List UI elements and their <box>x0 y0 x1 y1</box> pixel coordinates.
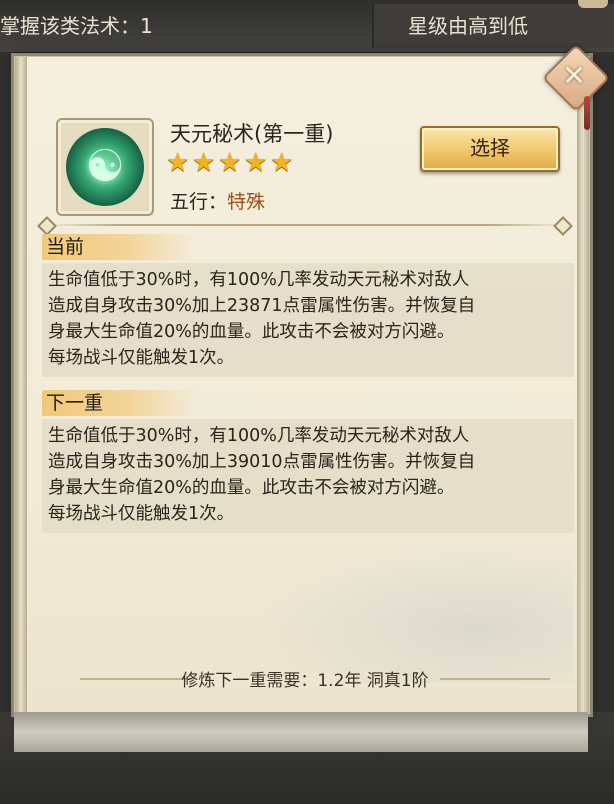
description-line: 每场战斗仅能触发1次。 <box>48 348 235 368</box>
background-left-edge <box>0 52 14 712</box>
skill-name: 天元秘术(第一重) <box>170 122 334 146</box>
scroll-rail-right <box>577 57 589 713</box>
scroll-rail-left <box>15 57 27 713</box>
background-top-tab <box>578 0 608 8</box>
description-line: 生命值低于30%时，有100%几率发动天元秘术对敌人 <box>48 426 470 446</box>
element-row: 五行：特殊 <box>170 187 265 214</box>
description-line: 造成自身攻击30%加上23871点雷属性伤害。并恢复自 <box>48 296 476 316</box>
scroll-bottom-roll <box>14 712 588 752</box>
mist-decoration <box>253 543 573 683</box>
skill-emblem-glyph: ☯ <box>85 141 125 192</box>
header-divider <box>42 224 566 226</box>
background-owned-count: 掌握该类法术：1 <box>0 14 153 38</box>
star-icon: ★ <box>166 148 190 178</box>
star-icon: ★ <box>218 148 242 178</box>
star-icon: ★ <box>244 148 268 178</box>
description-line: 造成自身攻击30%加上39010点雷属性伤害。并恢复自 <box>48 452 476 472</box>
description-line: 生命值低于30%时，有100%几率发动天元秘术对敌人 <box>48 270 470 290</box>
upgrade-requirement: 修炼下一重需要：1.2年 洞真1阶 <box>181 671 429 691</box>
skill-emblem-icon: ☯ <box>66 128 144 206</box>
current-tier-heading: 当前 <box>42 234 196 260</box>
select-button[interactable]: 选择 <box>420 126 560 172</box>
background-right-edge <box>590 52 614 712</box>
close-icon[interactable]: ✕ <box>552 54 596 98</box>
next-tier-heading: 下一重 <box>42 390 196 416</box>
description-line: 身最大生命值20%的血量。此攻击不会被对方闪避。 <box>48 322 455 342</box>
element-value: 特殊 <box>227 191 266 213</box>
next-tier-description: 生命值低于30%时，有100%几率发动天元秘术对敌人 造成自身攻击30%加上39… <box>42 419 574 533</box>
background-sort-dropdown: 星级由高到低 <box>372 4 614 48</box>
element-label: 五行： <box>170 191 228 213</box>
star-rating: ★ ★ ★ ★ ★ <box>166 150 296 176</box>
skill-icon-frame: ☯ <box>56 118 154 216</box>
description-line: 每场战斗仅能触发1次。 <box>48 504 235 524</box>
current-tier-description: 生命值低于30%时，有100%几率发动天元秘术对敌人 造成自身攻击30%加上23… <box>42 263 574 377</box>
background-header-bar: 掌握该类法术：1 星级由高到低 <box>0 0 614 54</box>
star-icon: ★ <box>192 148 216 178</box>
star-icon: ★ <box>270 148 294 178</box>
tassel-decoration <box>584 96 590 130</box>
description-line: 身最大生命值20%的血量。此攻击不会被对方闪避。 <box>48 478 455 498</box>
